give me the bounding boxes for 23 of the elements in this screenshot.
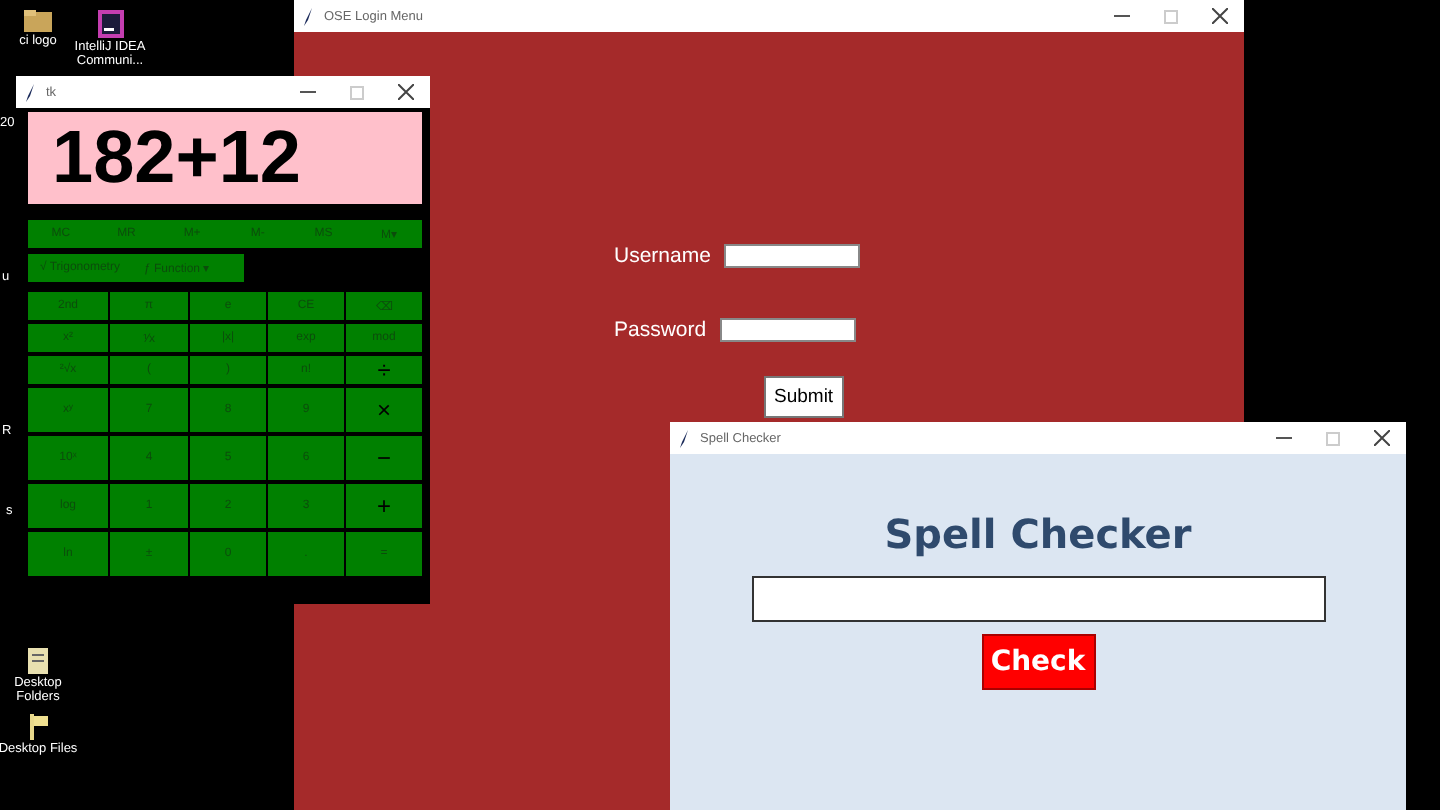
username-label: Username (614, 244, 711, 268)
document-icon[interactable] (28, 648, 48, 674)
calculator-key[interactable]: × (346, 388, 422, 432)
calculator-key[interactable]: + (346, 484, 422, 528)
ide-icon[interactable] (97, 10, 123, 38)
feather-icon (680, 429, 690, 447)
close-icon[interactable] (1374, 430, 1390, 446)
close-icon[interactable] (398, 84, 414, 100)
feather-icon (26, 83, 36, 101)
username-field[interactable] (724, 244, 861, 268)
calculator-key[interactable]: ÷ (346, 356, 422, 384)
calculator-key[interactable]: − (346, 436, 422, 480)
password-label: Password (614, 318, 707, 342)
close-icon[interactable] (1212, 8, 1228, 24)
check-button[interactable]: Check (981, 634, 1095, 690)
submit-button[interactable]: Submit (764, 376, 844, 418)
file-icon[interactable] (28, 714, 48, 740)
feather-icon (304, 7, 314, 25)
display-screen: 182+12 (28, 112, 422, 204)
app-heading: Spell Checker (884, 510, 1192, 558)
word-field[interactable] (751, 576, 1325, 622)
folder-icon[interactable] (24, 10, 52, 32)
password-field[interactable] (720, 318, 857, 342)
